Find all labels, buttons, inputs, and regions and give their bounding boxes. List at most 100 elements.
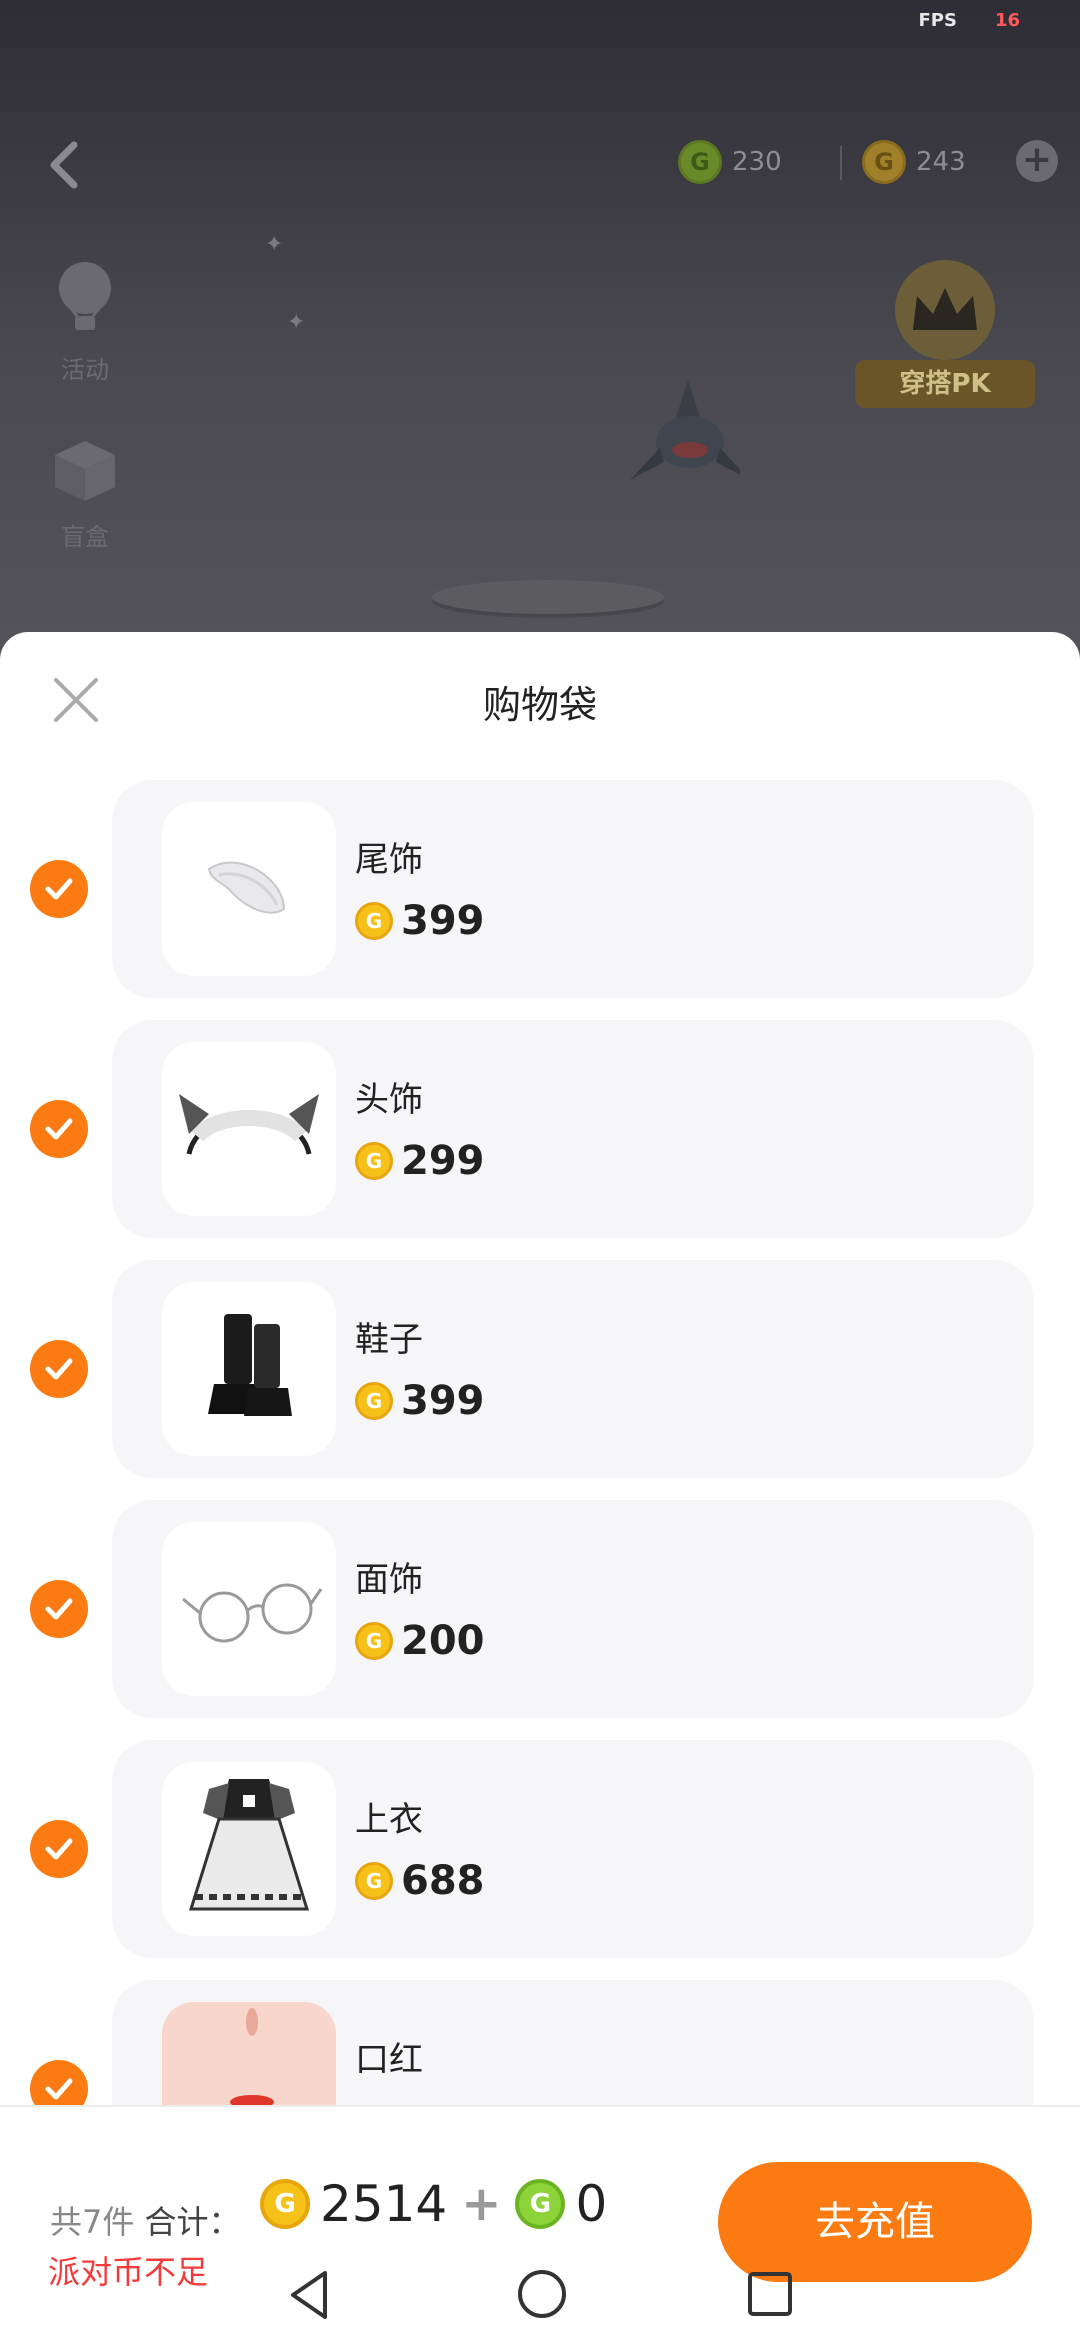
blind-box-icon [55,441,115,501]
back-arrow-icon[interactable] [40,135,90,195]
checkmark-icon [45,2078,73,2100]
checkmark-icon [45,1598,73,1620]
sheet-header: 购物袋 [0,632,1080,782]
nav-recents-icon[interactable] [745,2269,795,2319]
gold-total: 2514 [320,2175,448,2233]
item-price: G 399 [355,898,485,944]
item-thumbnail [162,1762,336,1936]
item-thumbnail [162,2002,336,2110]
item-checkbox[interactable] [30,1580,88,1638]
currency-divider [840,146,842,180]
item-card[interactable]: 口红 [112,1980,1034,2110]
sparkle-icon: ✦ [265,232,284,257]
sheet-title: 购物袋 [482,683,597,727]
green-coin-icon: G [678,140,722,184]
crown-icon [895,260,995,360]
item-thumbnail [162,1282,336,1456]
glasses-image [182,1583,323,1643]
shoes-image [208,1314,292,1416]
item-checkbox[interactable] [30,1820,88,1878]
item-thumbnail [162,1522,336,1696]
item-name: 面饰 [355,1560,423,1600]
checkout-footer: 共7件 合计： G 2514 + G 0 派对币不足 去充值 [0,2105,1080,2340]
cart-item[interactable]: 面饰 G 200 [0,1500,1080,1718]
nav-back-icon[interactable] [285,2267,335,2323]
cart-item[interactable]: 鞋子 G 399 [0,1260,1080,1478]
cart-item[interactable]: 尾饰 G 399 [0,780,1080,998]
shark-character [630,380,740,480]
item-price-value: 200 [401,1618,485,1664]
item-price: G 688 [355,1858,485,1904]
nav-home-icon[interactable] [515,2267,569,2321]
pedestal [432,580,664,614]
item-thumbnail [162,1042,336,1216]
item-price: G 200 [355,1618,485,1664]
game-scene-background: FPS 16 G 230 G 243 + 活动 盲盒 ✦ ✦ 穿搭PK [0,0,1080,660]
item-price-value: 299 [401,1138,485,1184]
cart-item[interactable]: 上衣 G 688 [0,1740,1080,1958]
green-coin-balance: G 230 [678,140,782,184]
item-price: G 299 [355,1138,485,1184]
green-total: 0 [575,2175,608,2233]
pk-label: 穿搭PK [855,360,1035,408]
total-label: 合计： [144,2203,241,2241]
gold-coin-icon: G [355,1142,393,1180]
checkmark-icon [45,878,73,900]
item-name: 尾饰 [355,840,423,880]
fps-counter: FPS 16 [918,10,1020,31]
item-card[interactable]: 尾饰 G 399 [112,780,1034,998]
tail-image [207,861,286,914]
cart-item-list[interactable]: 尾饰 G 399 头饰 G 299 鞋子 G 399 面饰 G 200 上衣 G… [0,780,1080,2110]
checkmark-icon [45,1358,73,1380]
item-card[interactable]: 鞋子 G 399 [112,1260,1034,1478]
gold-coin-icon: G [355,1382,393,1420]
hot-air-balloon-icon [59,262,111,330]
fps-value: 16 [994,10,1020,31]
item-checkbox[interactable] [30,1100,88,1158]
item-count-label: 共7件 [50,2203,135,2241]
gold-coin-icon: G [355,1622,393,1660]
side-item-label: 盲盒 [61,523,109,551]
gold-coin-balance: G 243 [862,140,966,184]
lipstick-image [230,2008,274,2109]
gold-coin-icon: G [862,140,906,184]
headband-image [179,1094,319,1155]
green-coin-amount: 230 [732,147,782,177]
gold-coin-icon: G [260,2179,310,2229]
item-price: G 399 [355,1378,485,1424]
shopping-bag-sheet: 购物袋 尾饰 G 399 头饰 G 299 鞋子 G 399 面饰 G 200 … [0,632,1080,2340]
side-item-label: 活动 [61,356,109,384]
system-navigation-bar [0,2257,1080,2337]
item-card[interactable]: 面饰 G 200 [112,1500,1034,1718]
item-price-value: 399 [401,898,485,944]
outfit-pk-badge[interactable]: 穿搭PK [855,260,1035,410]
gold-coin-icon: G [355,1862,393,1900]
item-price-value: 399 [401,1378,485,1424]
add-currency-icon[interactable]: + [1016,140,1058,182]
item-checkbox[interactable] [30,2060,88,2110]
order-total: G 2514 + G 0 [260,2175,607,2233]
green-coin-icon: G [515,2179,566,2229]
side-item-activity[interactable]: 活动 [40,258,130,385]
item-card[interactable]: 上衣 G 688 [112,1740,1034,1958]
checkmark-icon [45,1118,73,1140]
plus-sign: + [461,2176,502,2232]
gold-coin-icon: G [355,902,393,940]
checkmark-icon [45,1838,73,1860]
item-price-value: 688 [401,1858,485,1904]
fps-label: FPS [918,10,957,31]
dress-image [188,1779,310,1911]
item-name: 上衣 [355,1800,423,1840]
side-item-blind-box[interactable]: 盲盒 [40,425,130,552]
item-checkbox[interactable] [30,1340,88,1398]
cart-item[interactable]: 口红 [0,1980,1080,2110]
sparkle-icon: ✦ [287,310,306,335]
item-name: 鞋子 [355,1320,423,1360]
item-count: 共7件 合计： [50,2197,241,2243]
item-card[interactable]: 头饰 G 299 [112,1020,1034,1238]
item-name: 口红 [355,2040,423,2080]
item-name: 头饰 [355,1080,423,1120]
item-checkbox[interactable] [30,860,88,918]
cart-item[interactable]: 头饰 G 299 [0,1020,1080,1238]
item-thumbnail [162,802,336,976]
